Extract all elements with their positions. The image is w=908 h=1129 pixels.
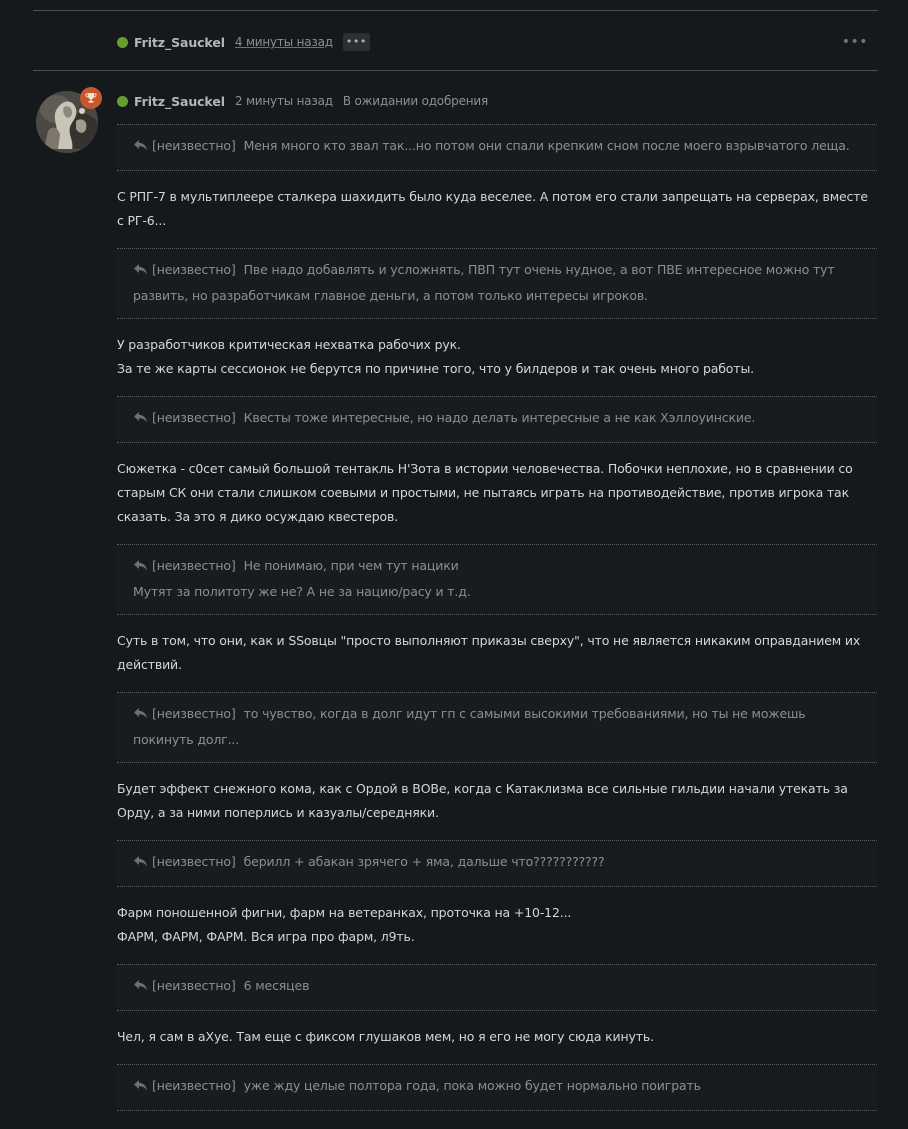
quote-block: [неизвестно] то чувство, когда в долг иду…: [117, 692, 877, 763]
quote-text: уже жду целые полтора года, пока можно б…: [243, 1078, 701, 1093]
quote-line: [неизвестно] Пве надо добавлять и усложня…: [133, 258, 861, 308]
comment-paragraph: Сюжетка - c0сет самый большой тентакль Н…: [117, 457, 877, 529]
comment-paragraph: Фарм поношенной фигни, фарм на ветеранка…: [117, 901, 877, 949]
paragraph-line: Фарм поношенной фигни, фарм на ветеранка…: [117, 905, 572, 920]
paragraph-line: С РПГ-7 в мультиплеере сталкера шахидить…: [117, 189, 868, 228]
reply-icon: [133, 408, 148, 432]
comment-body: [неизвестно] Меня много кто звал так...но…: [117, 124, 877, 1129]
top-divider: [33, 10, 878, 11]
reply-icon: [133, 556, 148, 580]
paragraph-line: ФАРМ, ФАРМ, ФАРМ. Вся игра про фарм, л9т…: [117, 929, 415, 944]
quote-author[interactable]: [неизвестно]: [152, 978, 236, 993]
username-link[interactable]: Fritz_Sauckel: [134, 94, 225, 109]
quote-author[interactable]: [неизвестно]: [152, 706, 236, 721]
paragraph-line: Будет эффект снежного кома, как с Ордой …: [117, 781, 848, 820]
reply-icon: [133, 852, 148, 876]
quote-line: [неизвестно] Меня много кто звал так...но…: [133, 134, 861, 160]
reply-icon: [133, 976, 148, 1000]
quote-author[interactable]: [неизвестно]: [152, 854, 236, 869]
quote-line: [неизвестно] уже жду целые полтора года, …: [133, 1074, 861, 1100]
reply-icon: [133, 136, 148, 160]
comment-time-link[interactable]: 4 минуты назад: [235, 35, 333, 49]
quote-block: [неизвестно] Меня много кто звал так...но…: [117, 124, 877, 171]
comment-header: Fritz_Sauckel 2 минуты назад В ожидании …: [117, 92, 488, 110]
comment-paragraph: Чел, я сам в аХуе. Там еще с фиксом глуш…: [117, 1025, 877, 1049]
quote-text: Квесты тоже интересные, но надо делать и…: [243, 410, 756, 425]
paragraph-line: Чел, я сам в аХуе. Там еще с фиксом глуш…: [117, 1029, 654, 1044]
paragraph-line: Всего-лишь полтора года. Какой наивный м…: [117, 1125, 877, 1129]
quote-text: Меня много кто звал так...но потом они с…: [243, 138, 850, 153]
more-horizontal-icon[interactable]: •••: [842, 35, 868, 49]
comment-paragraph: С РПГ-7 в мультиплеере сталкера шахидить…: [117, 185, 877, 233]
paragraph-line: Сюжетка - c0сет самый большой тентакль Н…: [117, 461, 853, 524]
quote-block: [неизвестно] Квесты тоже интересные, но н…: [117, 396, 877, 443]
quote-author[interactable]: [неизвестно]: [152, 138, 236, 153]
reply-icon: [133, 704, 148, 728]
quote-line: Мутят за политоту же не? А не за нацию/р…: [133, 580, 861, 604]
online-status-dot: [117, 36, 128, 48]
online-status-dot: [117, 95, 128, 107]
username-link[interactable]: Fritz_Sauckel: [134, 35, 225, 50]
quote-text: Пве надо добавлять и усложнять, ПВП тут …: [133, 262, 835, 303]
quote-block: [неизвестно] берилл + абакан зрячего + ям…: [117, 840, 877, 887]
reply-icon: [133, 260, 148, 284]
quote-text: Мутят за политоту же не? А не за нацию/р…: [133, 584, 471, 599]
comment-paragraph: Всего-лишь полтора года. Какой наивный м…: [117, 1125, 877, 1129]
expand-badge-button[interactable]: •••: [342, 33, 370, 51]
quote-block: [неизвестно] 6 месяцев: [117, 964, 877, 1011]
quote-author[interactable]: [неизвестно]: [152, 1078, 236, 1093]
quote-line: [неизвестно] 6 месяцев: [133, 974, 861, 1000]
quote-author[interactable]: [неизвестно]: [152, 558, 236, 573]
quote-line: [неизвестно] то чувство, когда в долг иду…: [133, 702, 861, 752]
comment-time[interactable]: 2 минуты назад: [235, 94, 333, 108]
comment-paragraph: Будет эффект снежного кома, как с Ордой …: [117, 777, 877, 825]
paragraph-line: Суть в том, что они, как и SSовцы "прост…: [117, 633, 861, 672]
quote-line: [неизвестно] берилл + абакан зрячего + ям…: [133, 850, 861, 876]
trophy-icon: [80, 87, 102, 109]
reply-icon: [133, 1076, 148, 1100]
quote-author[interactable]: [неизвестно]: [152, 410, 236, 425]
pending-approval-label: В ожидании одобрения: [342, 94, 489, 108]
paragraph-line: За те же карты сессионок не берутся по п…: [117, 361, 754, 376]
comment-divider: [33, 70, 878, 71]
quote-text: Не понимаю, при чем тут нацики: [243, 558, 459, 573]
quote-text: берилл + абакан зрячего + яма, дальше чт…: [243, 854, 605, 869]
previous-comment-header: Fritz_Sauckel 4 минуты назад •••: [117, 33, 867, 51]
comment-paragraph: Суть в том, что они, как и SSовцы "прост…: [117, 629, 877, 677]
quote-text: 6 месяцев: [243, 978, 310, 993]
paragraph-line: У разработчиков критическая нехватка раб…: [117, 337, 461, 352]
quote-block: [неизвестно] Пве надо добавлять и усложня…: [117, 248, 877, 319]
quote-block: [неизвестно] Не понимаю, при чем тут наци…: [117, 544, 877, 615]
quote-line: [неизвестно] Квесты тоже интересные, но н…: [133, 406, 861, 432]
quote-line: [неизвестно] Не понимаю, при чем тут наци…: [133, 554, 861, 580]
comment-paragraph: У разработчиков критическая нехватка раб…: [117, 333, 877, 381]
quote-block: [неизвестно] уже жду целые полтора года, …: [117, 1064, 877, 1111]
quote-author[interactable]: [неизвестно]: [152, 262, 236, 277]
